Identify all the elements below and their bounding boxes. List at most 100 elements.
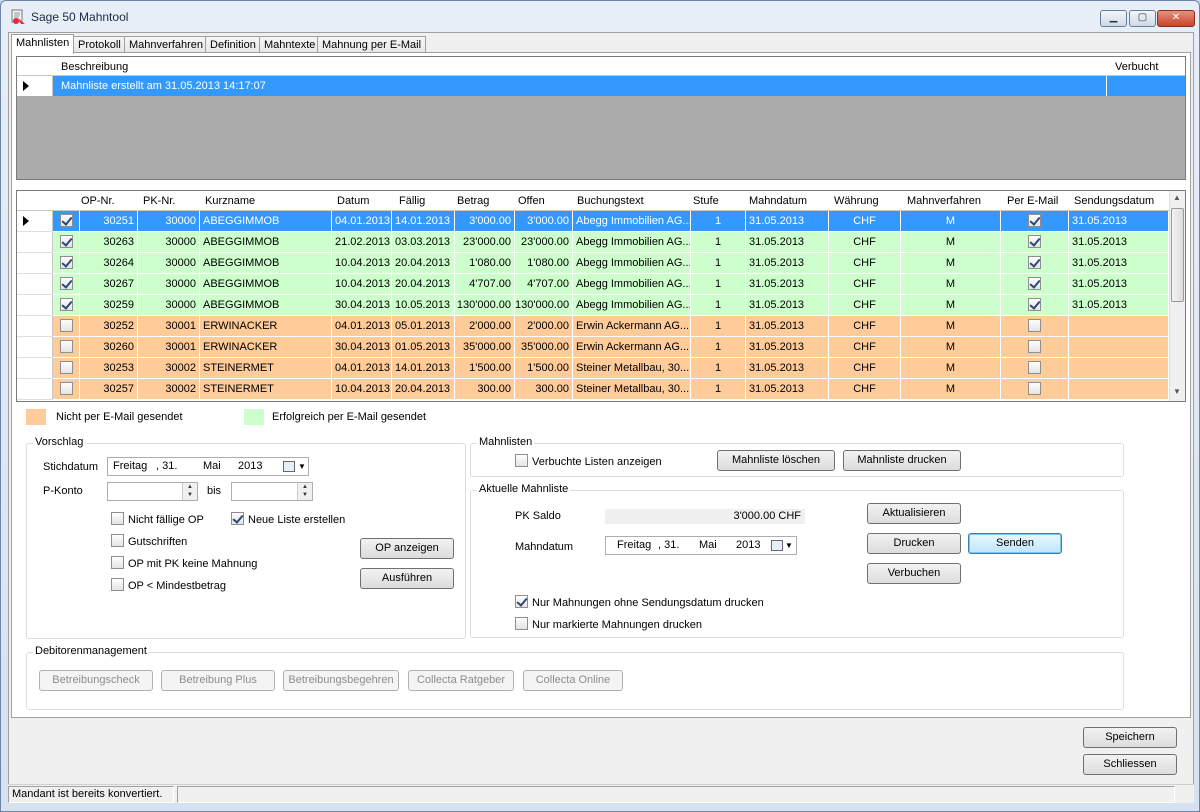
table-row[interactable]: 30264 30000 ABEGGIMMOB 10.04.2013 20.04.2013… <box>17 253 1169 274</box>
neue-liste-box[interactable] <box>231 512 244 525</box>
drucken-button[interactable]: Drucken <box>867 533 961 554</box>
mindestbetrag-box[interactable] <box>111 578 124 591</box>
cell-chk[interactable] <box>53 316 80 337</box>
minimize-button[interactable]: ▁ <box>1100 10 1127 27</box>
row-indicator[interactable] <box>17 211 53 232</box>
header-mahnverfahren[interactable]: Mahnverfahren <box>907 195 981 207</box>
cell-chk[interactable] <box>53 337 80 358</box>
pk-keine-mahnung-box[interactable] <box>111 556 124 569</box>
scroll-down-icon[interactable]: ▼ <box>1173 387 1181 396</box>
row-select-checkbox[interactable] <box>59 256 73 269</box>
row-select-checkbox[interactable] <box>59 235 73 248</box>
senden-button[interactable]: Senden <box>968 533 1062 554</box>
calendar-icon[interactable] <box>283 461 295 472</box>
cell-chk[interactable] <box>53 379 80 400</box>
title-bar[interactable]: Sage 50 Mahntool ▁ ▢ ✕ <box>1 1 1199 31</box>
nicht-faellig-box[interactable] <box>111 512 124 525</box>
maximize-button[interactable]: ▢ <box>1129 10 1156 27</box>
aktualisieren-button[interactable]: Aktualisieren <box>867 503 961 524</box>
cell-chk[interactable] <box>53 274 80 295</box>
cell-chk[interactable] <box>53 253 80 274</box>
scroll-thumb[interactable] <box>1171 208 1184 302</box>
ausfuehren-button[interactable]: Ausführen <box>360 568 454 589</box>
verbuchte-listen-checkbox[interactable]: Verbuchte Listen anzeigen <box>515 454 662 468</box>
table-row[interactable]: 30259 30000 ABEGGIMMOB 30.04.2013 10.05.2013… <box>17 295 1169 316</box>
stichdatum-picker[interactable]: Freitag , 31. Mai 2013 ▼ <box>107 457 309 476</box>
mahnliste-row[interactable]: Mahnliste erstellt am 31.05.2013 14:17:0… <box>53 76 1185 96</box>
neue-liste-checkbox[interactable]: Neue Liste erstellen <box>231 512 345 526</box>
betreibungsbegehren-button[interactable]: Betreibungsbegehren <box>283 670 399 691</box>
pkonto-from-input[interactable]: ▲ ▼ <box>107 482 198 501</box>
verbuchte-listen-box[interactable] <box>515 454 528 467</box>
header-per-email[interactable]: Per E-Mail <box>1007 195 1058 207</box>
op-grid[interactable]: OP-Nr. PK-Nr. Kurzname Datum Fällig Betr… <box>16 190 1186 402</box>
mahnlisten-grid[interactable]: Beschreibung Verbucht Mahnliste erstellt… <box>16 56 1186 180</box>
pkonto-to-spinner[interactable]: ▲ ▼ <box>297 483 312 500</box>
collecta-ratgeber-button[interactable]: Collecta Ratgeber <box>408 670 514 691</box>
header-betrag[interactable]: Betrag <box>457 195 489 207</box>
nur-ohne-sendungsdatum-checkbox[interactable]: Nur Mahnungen ohne Sendungsdatum drucken <box>515 595 764 609</box>
tab-mahnung-per-email[interactable]: Mahnung per E-Mail <box>317 36 427 53</box>
nicht-faellig-checkbox[interactable]: Nicht fällige OP <box>111 512 204 526</box>
tab-protokoll[interactable]: Protokoll <box>73 36 126 53</box>
mahnliste-loeschen-button[interactable]: Mahnliste löschen <box>717 450 835 471</box>
header-op-nr[interactable]: OP-Nr. <box>81 195 115 207</box>
table-row[interactable]: 30267 30000 ABEGGIMMOB 10.04.2013 20.04.2013… <box>17 274 1169 295</box>
mahnliste-drucken-button[interactable]: Mahnliste drucken <box>843 450 961 471</box>
collecta-online-button[interactable]: Collecta Online <box>523 670 623 691</box>
row-indicator[interactable] <box>17 76 53 96</box>
nur-markierte-box[interactable] <box>515 617 528 630</box>
schliessen-button[interactable]: Schliessen <box>1083 754 1177 775</box>
header-sendungsdatum[interactable]: Sendungsdatum <box>1074 195 1154 207</box>
header-pk-nr[interactable]: PK-Nr. <box>143 195 175 207</box>
cell-chk[interactable] <box>53 295 80 316</box>
row-select-checkbox[interactable] <box>59 277 73 290</box>
row-select-checkbox[interactable] <box>59 340 73 353</box>
cell-chk[interactable] <box>53 358 80 379</box>
calendar-icon[interactable] <box>771 540 783 551</box>
table-row[interactable]: 30251 30000 ABEGGIMMOB 04.01.2013 14.01.2013… <box>17 211 1169 232</box>
table-row[interactable]: 30263 30000 ABEGGIMMOB 21.02.2013 03.03.2013… <box>17 232 1169 253</box>
close-button[interactable]: ✕ <box>1157 10 1195 27</box>
tab-mahnlisten[interactable]: Mahnlisten <box>11 34 75 54</box>
verbuchen-button[interactable]: Verbuchen <box>867 563 961 584</box>
op-anzeigen-button[interactable]: OP anzeigen <box>360 538 454 559</box>
tab-definition[interactable]: Definition <box>205 36 261 53</box>
betreibungscheck-button[interactable]: Betreibungscheck <box>39 670 153 691</box>
row-indicator[interactable] <box>17 253 53 274</box>
header-kurzname[interactable]: Kurzname <box>205 195 255 207</box>
row-indicator[interactable] <box>17 379 53 400</box>
row-indicator[interactable] <box>17 274 53 295</box>
dropdown-arrow-icon[interactable]: ▼ <box>298 458 306 475</box>
mahndatum-picker[interactable]: Freitag , 31. Mai 2013 ▼ <box>605 536 797 555</box>
row-select-checkbox[interactable] <box>59 319 73 332</box>
pkonto-to-input[interactable]: ▲ ▼ <box>231 482 313 501</box>
nur-markierte-checkbox[interactable]: Nur markierte Mahnungen drucken <box>515 617 702 631</box>
row-select-checkbox[interactable] <box>59 298 73 311</box>
cell-chk[interactable] <box>53 232 80 253</box>
gutschriften-checkbox[interactable]: Gutschriften <box>111 534 187 548</box>
cell-chk[interactable] <box>53 211 80 232</box>
betreibung-plus-button[interactable]: Betreibung Plus <box>161 670 275 691</box>
mindestbetrag-checkbox[interactable]: OP < Mindestbetrag <box>111 578 226 592</box>
header-buchungstext[interactable]: Buchungstext <box>577 195 644 207</box>
pkonto-from-spinner[interactable]: ▲ ▼ <box>182 483 197 500</box>
gutschriften-box[interactable] <box>111 534 124 547</box>
table-row[interactable]: 30257 30002 STEINERMET 10.04.2013 20.04.2013… <box>17 379 1169 400</box>
row-select-checkbox[interactable] <box>59 382 73 395</box>
header-stufe[interactable]: Stufe <box>693 195 719 207</box>
tab-mahntexte[interactable]: Mahntexte <box>259 36 321 53</box>
op-grid-scrollbar[interactable]: ▲ ▼ <box>1169 191 1185 401</box>
row-indicator[interactable] <box>17 295 53 316</box>
header-beschreibung[interactable]: Beschreibung <box>61 61 128 73</box>
row-select-checkbox[interactable] <box>59 214 73 227</box>
table-row[interactable]: 30260 30001 ERWINACKER 30.04.2013 01.05.2013… <box>17 337 1169 358</box>
table-row[interactable]: 30252 30001 ERWINACKER 04.01.2013 05.01.2013… <box>17 316 1169 337</box>
table-row[interactable]: 30253 30002 STEINERMET 04.01.2013 14.01.2013… <box>17 358 1169 379</box>
tab-mahnverfahren[interactable]: Mahnverfahren <box>124 36 208 53</box>
nur-ohne-sendungsdatum-box[interactable] <box>515 595 528 608</box>
row-indicator[interactable] <box>17 316 53 337</box>
pk-keine-mahnung-checkbox[interactable]: OP mit PK keine Mahnung <box>111 556 257 570</box>
row-indicator[interactable] <box>17 358 53 379</box>
header-offen[interactable]: Offen <box>518 195 545 207</box>
